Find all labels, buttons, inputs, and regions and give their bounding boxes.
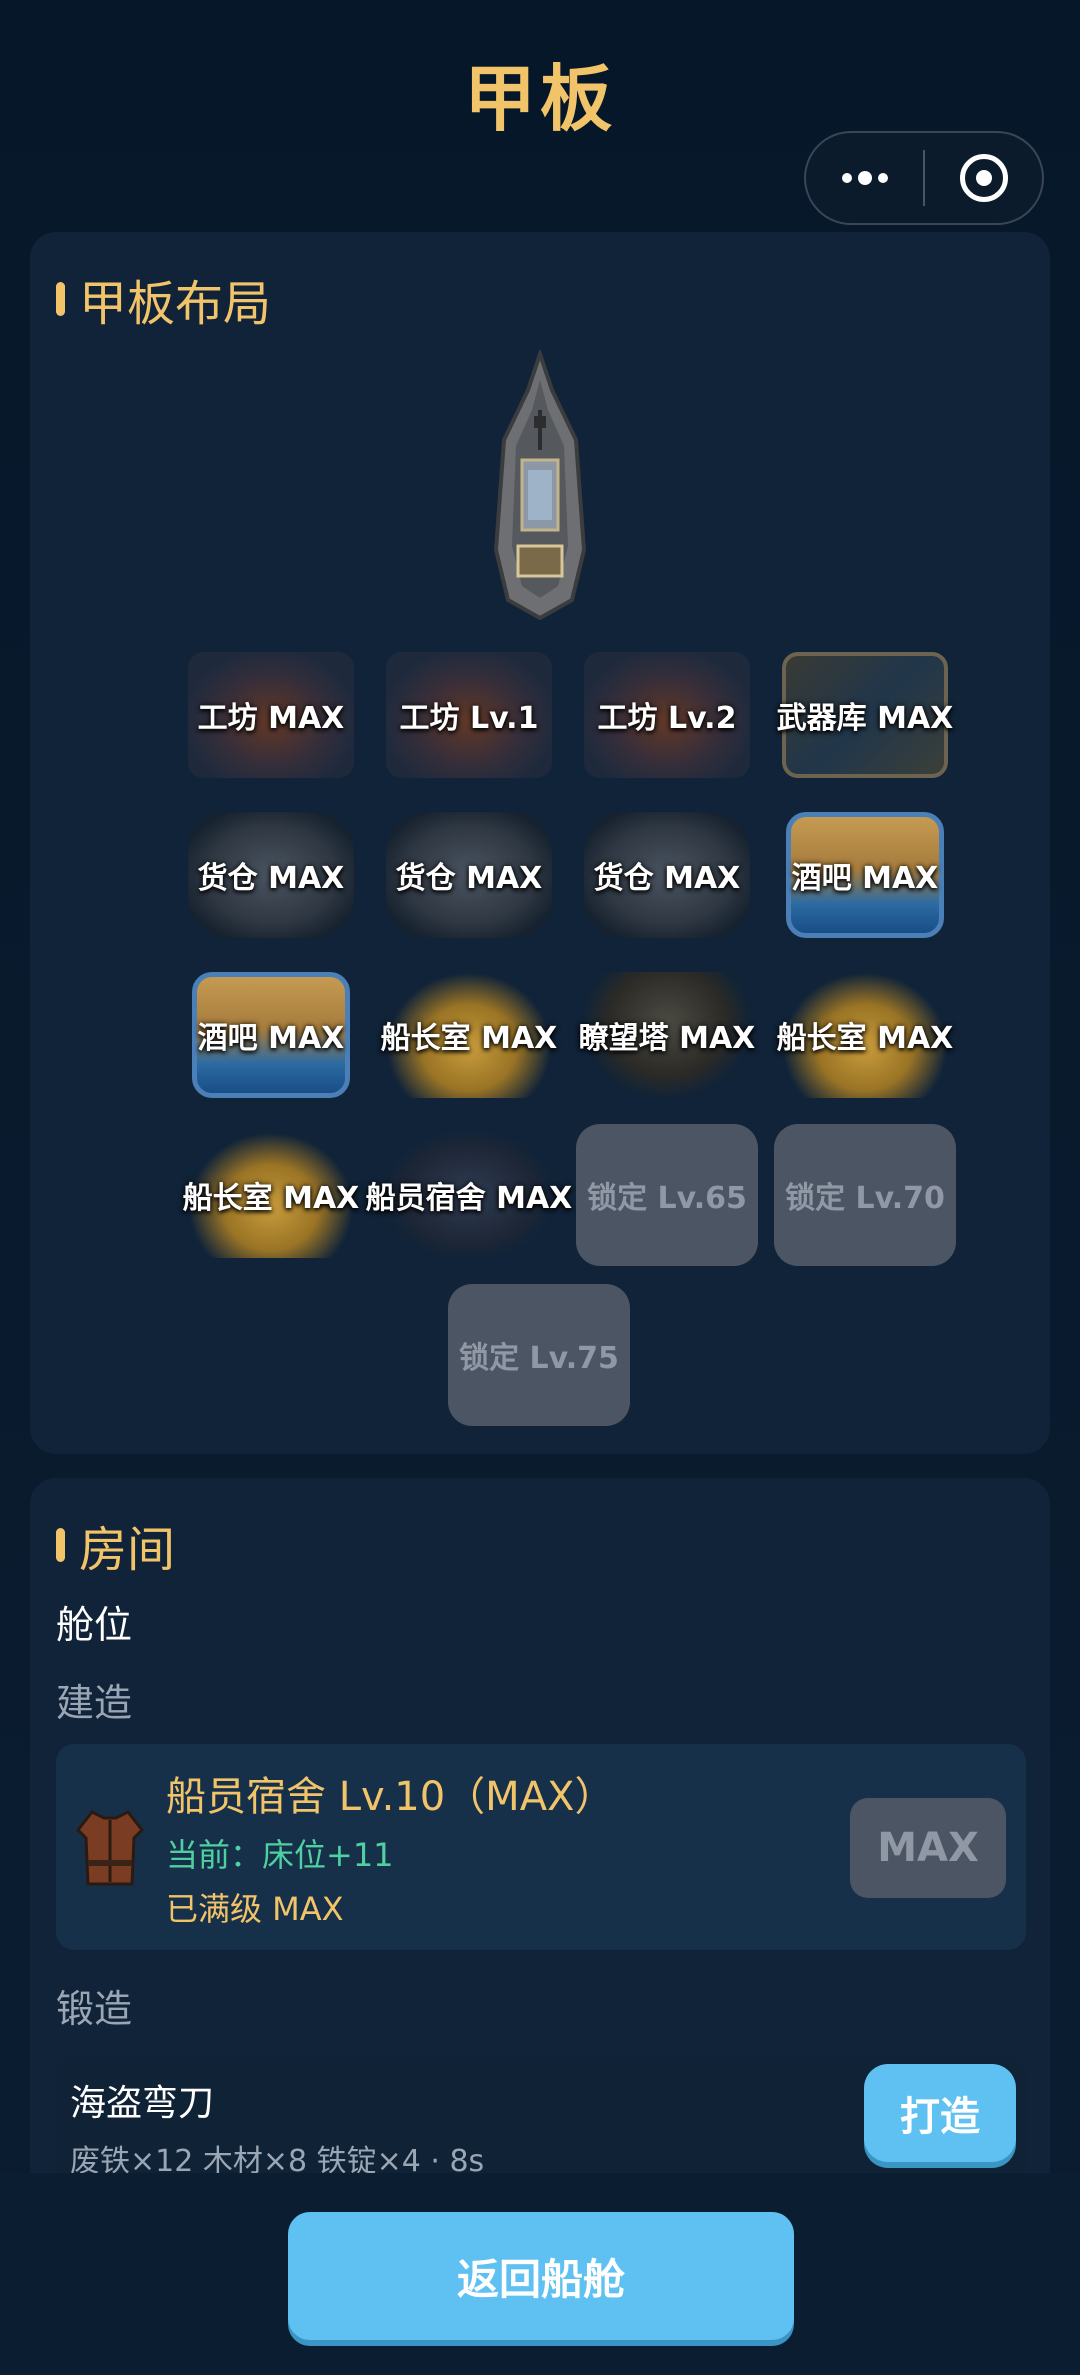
deck-slot-workshop[interactable]: 工坊 Lv.2 [576, 644, 758, 786]
deck-slot-label: 工坊 Lv.2 [597, 701, 737, 736]
page-title: 甲板 [463, 57, 616, 141]
deck-slot-cargo[interactable]: 货仓 MAX [576, 804, 758, 946]
deck-slot-workshop[interactable]: 工坊 Lv.1 [378, 644, 560, 786]
deck-section-title: 甲板布局 [56, 264, 271, 334]
deck-slot-label: 工坊 Lv.1 [399, 701, 539, 736]
deck-slot-label: 酒吧 MAX [791, 861, 939, 896]
build-label: 建造 [56, 1681, 133, 1725]
section-accent-bar [56, 1528, 65, 1562]
deck-slot-label: 船员宿舍 MAX [365, 1181, 573, 1216]
deck-slot-bar[interactable]: 酒吧 MAX [774, 804, 956, 946]
build-item: 船员宿舍 Lv.10（MAX） 当前：床位+11 已满级 MAX MAX [56, 1744, 1026, 1950]
deck-slot-cargo[interactable]: 货仓 MAX [378, 804, 560, 946]
back-to-cabin-button[interactable]: 返回船舱 [288, 2212, 794, 2340]
deck-slot-captain[interactable]: 船长室 MAX [378, 964, 560, 1106]
more-dots-icon [841, 171, 888, 185]
crew-vest-icon [76, 1810, 144, 1886]
deck-slot-tower[interactable]: 瞭望塔 MAX [576, 964, 758, 1106]
deck-slot-label: 船长室 MAX [380, 1021, 558, 1056]
deck-slot-label: 货仓 MAX [395, 861, 543, 896]
close-button[interactable] [925, 133, 1042, 223]
deck-slot-label: 酒吧 MAX [197, 1021, 345, 1056]
deck-slot-label: 船长室 MAX [182, 1181, 360, 1216]
cabin-label: 舱位 [56, 1603, 133, 1647]
deck-slot-locked[interactable]: 锁定 Lv.65 [576, 1124, 758, 1266]
deck-slot-locked[interactable]: 锁定 Lv.70 [774, 1124, 956, 1266]
ship-icon [493, 350, 587, 621]
deck-slot-label: 货仓 MAX [197, 861, 345, 896]
deck-slot-cargo[interactable]: 货仓 MAX [180, 804, 362, 946]
deck-slot-bar[interactable]: 酒吧 MAX [180, 964, 362, 1106]
deck-slot-label: 货仓 MAX [593, 861, 741, 896]
more-button[interactable] [806, 133, 923, 223]
deck-slot-label: 武器库 MAX [776, 701, 954, 736]
section-accent-bar [56, 282, 65, 316]
room-section-title: 房间 [56, 1510, 175, 1580]
deck-slot-armory[interactable]: 武器库 MAX [774, 644, 956, 786]
deck-slot-label: 锁定 Lv.75 [459, 1341, 619, 1376]
mini-program-capsule [804, 131, 1044, 225]
deck-slot-locked[interactable]: 锁定 Lv.75 [448, 1284, 630, 1426]
deck-layout-card: 甲板布局 工坊 MAX 工坊 Lv.1 工坊 Lv.2 武器库 MAX 货仓 MAX 货仓… [30, 232, 1050, 1454]
forge-button[interactable]: 打造 [864, 2064, 1016, 2162]
forge-item-name: 海盗弯刀 [70, 2083, 215, 2124]
deck-slot-workshop[interactable]: 工坊 MAX [180, 644, 362, 786]
deck-slot-label: 瞭望塔 MAX [578, 1021, 756, 1056]
forge-label: 锻造 [56, 1987, 133, 2031]
deck-slot-captain[interactable]: 船长室 MAX [180, 1124, 362, 1266]
deck-section-title-text: 甲板布局 [79, 276, 272, 332]
deck-slot-captain[interactable]: 船长室 MAX [774, 964, 956, 1106]
build-item-current: 当前：床位+11 [166, 1836, 394, 1874]
build-item-status: 已满级 MAX [166, 1890, 344, 1928]
build-item-name: 船员宿舍 Lv.10（MAX） [166, 1774, 615, 1820]
deck-slot-label: 工坊 MAX [197, 701, 345, 736]
deck-slot-label: 船长室 MAX [776, 1021, 954, 1056]
deck-slot-label: 锁定 Lv.70 [785, 1181, 945, 1216]
max-button[interactable]: MAX [850, 1798, 1006, 1898]
deck-slot-crew[interactable]: 船员宿舍 MAX [366, 1124, 572, 1266]
deck-slot-label: 锁定 Lv.65 [587, 1181, 747, 1216]
target-close-icon [959, 154, 1008, 202]
room-section-title-text: 房间 [79, 1522, 176, 1578]
